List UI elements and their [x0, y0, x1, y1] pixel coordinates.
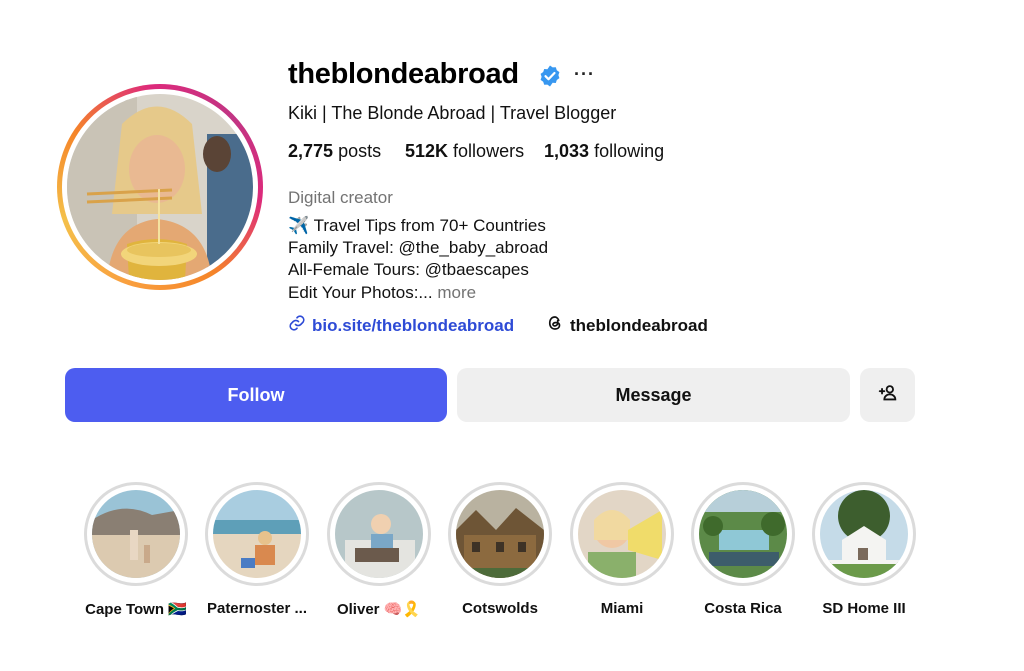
bio-link-text: bio.site/theblondeabroad	[312, 315, 515, 335]
add-person-icon	[877, 382, 899, 409]
highlight-ring	[570, 482, 674, 586]
highlight-cover	[578, 490, 666, 578]
bio-line: ✈️ Travel Tips from 70+ Countries	[288, 216, 546, 235]
highlight-label: SD Home III	[822, 600, 906, 617]
story-highlight[interactable]: SD Home III	[812, 482, 916, 617]
highlight-cover	[213, 490, 301, 578]
posts-count: 2,775	[288, 141, 334, 161]
highlight-cover	[335, 490, 423, 578]
story-highlight[interactable]: Cotswolds	[448, 482, 552, 617]
profile-full-name: Kiki | The Blonde Abroad | Travel Blogge…	[288, 103, 617, 123]
story-highlight[interactable]: Paternoster ...	[205, 482, 309, 617]
message-button[interactable]: Message	[457, 368, 850, 422]
bio-link[interactable]: bio.site/theblondeabroad	[288, 314, 514, 337]
more-options-icon[interactable]: ···	[574, 64, 595, 85]
followers-label: followers	[453, 141, 525, 161]
story-highlight[interactable]: Oliver 🧠🎗️	[327, 482, 431, 618]
threads-handle: theblondeabroad	[570, 315, 708, 335]
highlight-cover	[92, 490, 180, 578]
profile-category: Digital creator	[288, 188, 393, 207]
story-highlight[interactable]: Miami	[570, 482, 674, 617]
bio-line-text: Edit Your Photos:...	[288, 283, 433, 302]
threads-icon	[546, 314, 564, 337]
followers-count: 512K	[405, 141, 449, 161]
following-count: 1,033	[544, 141, 590, 161]
posts-label: posts	[338, 141, 382, 161]
profile-avatar-ring[interactable]	[57, 84, 263, 290]
follow-button[interactable]: Follow	[65, 368, 447, 422]
highlight-ring	[327, 482, 431, 586]
story-highlight[interactable]: Costa Rica	[691, 482, 795, 617]
following-label: following	[594, 141, 665, 161]
highlight-cover	[699, 490, 787, 578]
bio-line-last: Edit Your Photos:... more	[288, 283, 476, 303]
suggested-accounts-button[interactable]	[860, 368, 915, 422]
posts-stat: 2,775 posts	[288, 141, 381, 162]
highlight-ring	[691, 482, 795, 586]
followers-stat[interactable]: 512K followers	[405, 141, 524, 162]
highlight-ring	[205, 482, 309, 586]
highlight-cover	[456, 490, 544, 578]
profile-username: theblondeabroad	[288, 58, 519, 90]
avatar-border	[62, 89, 258, 285]
bio-line: Family Travel: @the_baby_abroad	[288, 238, 549, 257]
avatar[interactable]	[67, 94, 253, 280]
highlight-cover	[820, 490, 908, 578]
following-stat[interactable]: 1,033 following	[544, 141, 664, 162]
link-icon	[288, 314, 306, 337]
story-highlight[interactable]: Cape Town 🇿🇦	[84, 482, 188, 618]
highlight-ring	[812, 482, 916, 586]
avatar-photo	[67, 94, 253, 280]
threads-link[interactable]: theblondeabroad	[546, 314, 708, 337]
bio-more-link[interactable]: more	[437, 283, 476, 302]
bio-line: All-Female Tours: @tbaescapes	[288, 260, 529, 279]
verified-badge-icon	[538, 64, 562, 88]
highlight-ring	[448, 482, 552, 586]
highlight-ring	[84, 482, 188, 586]
